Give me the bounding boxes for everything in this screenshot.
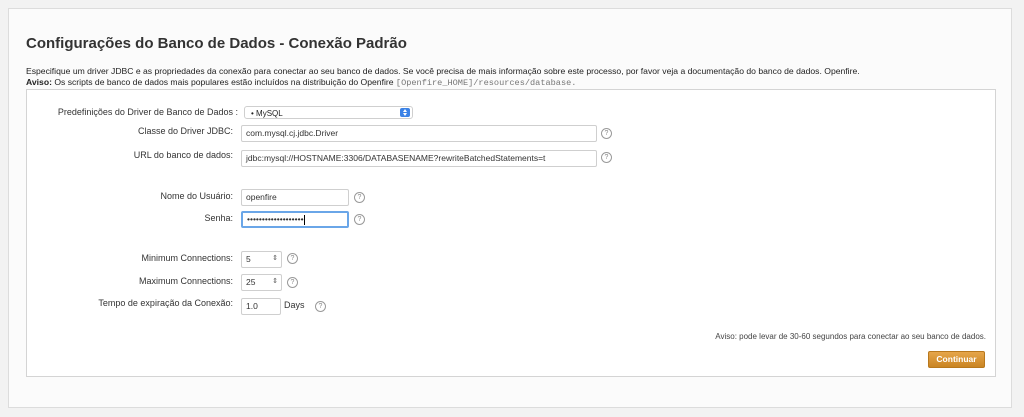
min-connections-label: Minimum Connections: [141, 253, 233, 263]
notice-path: [Openfire_HOME]/resources/database. [395, 78, 577, 88]
min-connections-value: 5 [246, 254, 251, 264]
chevron-updown-icon [400, 108, 410, 117]
stepper-icon[interactable]: ⇕ [272, 278, 278, 285]
connection-warning: Aviso: pode levar de 30-60 segundos para… [715, 332, 986, 341]
password-label: Senha: [204, 213, 233, 223]
help-icon[interactable]: ? [601, 152, 612, 163]
continue-button[interactable]: Continuar [928, 351, 985, 368]
help-icon[interactable]: ? [315, 301, 326, 312]
timeout-unit: Days [284, 300, 305, 310]
page-description: Especifique um driver JDBC e as propried… [26, 66, 1001, 89]
timeout-input[interactable]: 1.0 [241, 298, 281, 315]
description-text: Especifique um driver JDBC e as propried… [26, 66, 860, 76]
notice-label: Aviso: [26, 77, 52, 87]
password-value: ••••••••••••••••••• [247, 214, 304, 224]
help-icon[interactable]: ? [354, 192, 365, 203]
max-connections-value: 25 [246, 277, 256, 287]
text-cursor [303, 214, 305, 225]
db-url-input[interactable]: jdbc:mysql://HOSTNAME:3306/DATABASENAME?… [241, 150, 597, 167]
stepper-icon[interactable]: ⇕ [272, 255, 278, 262]
password-input[interactable]: ••••••••••••••••••• [241, 211, 349, 228]
driver-class-input[interactable]: com.mysql.cj.jdbc.Driver [241, 125, 597, 142]
driver-presets-select[interactable]: • MySQL [244, 106, 413, 119]
timeout-label: Tempo de expiração da Conexão: [98, 298, 233, 308]
username-label: Nome do Usuário: [160, 191, 233, 201]
db-url-label: URL do banco de dados: [133, 150, 233, 160]
notice-text: Os scripts de banco de dados mais popula… [54, 77, 394, 87]
notice-line: Aviso: Os scripts de banco de dados mais… [26, 77, 1001, 89]
help-icon[interactable]: ? [287, 277, 298, 288]
username-input[interactable]: openfire [241, 189, 349, 206]
help-icon[interactable]: ? [601, 128, 612, 139]
help-icon[interactable]: ? [287, 253, 298, 264]
page-title: Configurações do Banco de Dados - Conexã… [26, 35, 407, 52]
max-connections-input[interactable]: 25 ⇕ [241, 274, 282, 291]
help-icon[interactable]: ? [354, 214, 365, 225]
min-connections-input[interactable]: 5 ⇕ [241, 251, 282, 268]
driver-presets-label: Predefinições do Driver de Banco de Dado… [57, 107, 238, 117]
driver-presets-value: • MySQL [251, 109, 283, 118]
max-connections-label: Maximum Connections: [138, 276, 233, 286]
driver-class-label: Classe do Driver JDBC: [137, 126, 233, 136]
